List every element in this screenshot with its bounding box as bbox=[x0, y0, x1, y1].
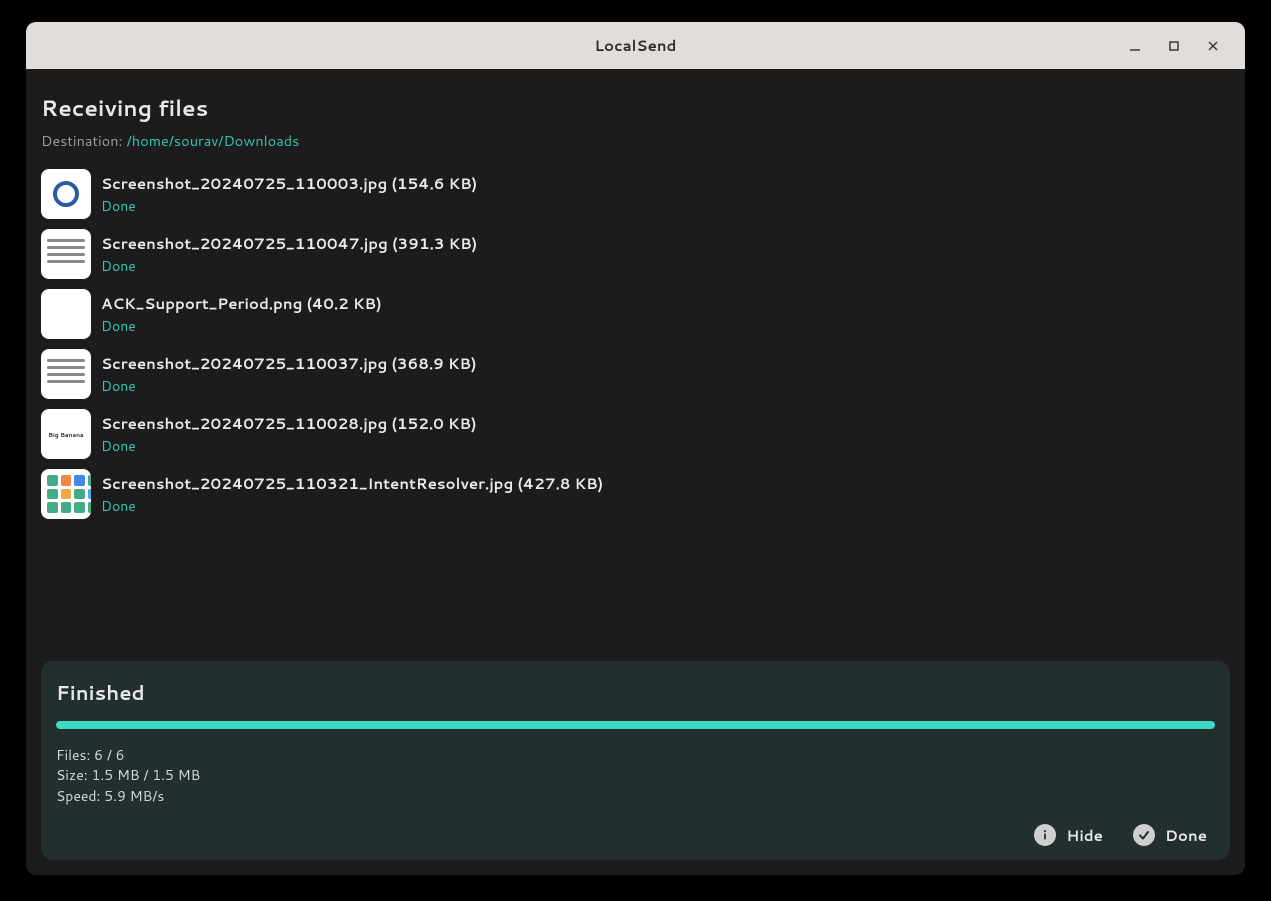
close-button[interactable] bbox=[1201, 34, 1225, 58]
file-thumbnail bbox=[41, 229, 91, 279]
file-info: ACK_Support_Period.png (40.2 KB)Done bbox=[101, 293, 382, 336]
file-list: Screenshot_20240725_110003.jpg (154.6 KB… bbox=[41, 169, 1230, 519]
file-name: Screenshot_20240725_110028.jpg (152.0 KB… bbox=[101, 413, 477, 434]
destination-path[interactable]: /home/sourav/Downloads bbox=[127, 130, 300, 151]
file-row[interactable]: Screenshot_20240725_110003.jpg (154.6 KB… bbox=[41, 169, 1230, 219]
maximize-button[interactable] bbox=[1162, 34, 1186, 58]
file-row[interactable]: Screenshot_20240725_110321_IntentResolve… bbox=[41, 469, 1230, 519]
hide-label: Hide bbox=[1066, 825, 1103, 846]
progress-bar bbox=[56, 721, 1215, 729]
titlebar: LocalSend bbox=[26, 22, 1245, 69]
file-row[interactable]: Screenshot_20240725_110047.jpg (391.3 KB… bbox=[41, 229, 1230, 279]
file-thumbnail bbox=[41, 289, 91, 339]
file-name: Screenshot_20240725_110037.jpg (368.9 KB… bbox=[101, 353, 477, 374]
destination-label: Destination: bbox=[41, 130, 127, 151]
page-title: Receiving files bbox=[41, 93, 1230, 124]
file-row[interactable]: Big Banana Screenshot_20240725_110028.jpg… bbox=[41, 409, 1230, 459]
done-button[interactable]: Done bbox=[1133, 824, 1207, 846]
content-area: Receiving files Destination: /home/soura… bbox=[26, 69, 1245, 875]
file-info: Screenshot_20240725_110047.jpg (391.3 KB… bbox=[101, 233, 477, 276]
done-label: Done bbox=[1165, 825, 1207, 846]
file-row[interactable]: Screenshot_20240725_110037.jpg (368.9 KB… bbox=[41, 349, 1230, 399]
file-status: Done bbox=[101, 496, 603, 516]
file-name: Screenshot_20240725_110003.jpg (154.6 KB… bbox=[101, 173, 477, 194]
file-info: Screenshot_20240725_110028.jpg (152.0 KB… bbox=[101, 413, 477, 456]
stat-size: Size: 1.5 MB / 1.5 MB bbox=[56, 765, 1215, 785]
summary-actions: Hide Done bbox=[56, 824, 1215, 846]
summary-title: Finished bbox=[56, 679, 1215, 707]
info-icon bbox=[1034, 824, 1056, 846]
file-name: Screenshot_20240725_110047.jpg (391.3 KB… bbox=[101, 233, 477, 254]
summary-panel: Finished Files: 6 / 6 Size: 1.5 MB / 1.5… bbox=[41, 661, 1230, 860]
file-thumbnail bbox=[41, 349, 91, 399]
window-controls bbox=[1123, 22, 1237, 69]
file-info: Screenshot_20240725_110321_IntentResolve… bbox=[101, 473, 603, 516]
stat-speed: Speed: 5.9 MB/s bbox=[56, 786, 1215, 806]
file-row[interactable]: ACK_Support_Period.png (40.2 KB)Done bbox=[41, 289, 1230, 339]
check-circle-icon bbox=[1133, 824, 1155, 846]
hide-button[interactable]: Hide bbox=[1034, 824, 1103, 846]
file-thumbnail bbox=[41, 469, 91, 519]
file-info: Screenshot_20240725_110037.jpg (368.9 KB… bbox=[101, 353, 477, 396]
window-title: LocalSend bbox=[595, 35, 677, 56]
file-name: Screenshot_20240725_110321_IntentResolve… bbox=[101, 473, 603, 494]
file-status: Done bbox=[101, 376, 477, 396]
minimize-button[interactable] bbox=[1123, 34, 1147, 58]
file-name: ACK_Support_Period.png (40.2 KB) bbox=[101, 293, 382, 314]
file-status: Done bbox=[101, 436, 477, 456]
file-thumbnail bbox=[41, 169, 91, 219]
file-info: Screenshot_20240725_110003.jpg (154.6 KB… bbox=[101, 173, 477, 216]
app-window: LocalSend Receiving files Destination: /… bbox=[26, 22, 1245, 875]
file-status: Done bbox=[101, 256, 477, 276]
file-status: Done bbox=[101, 196, 477, 216]
file-thumbnail: Big Banana bbox=[41, 409, 91, 459]
file-status: Done bbox=[101, 316, 382, 336]
destination-line: Destination: /home/sourav/Downloads bbox=[41, 130, 1230, 151]
stat-files: Files: 6 / 6 bbox=[56, 745, 1215, 765]
